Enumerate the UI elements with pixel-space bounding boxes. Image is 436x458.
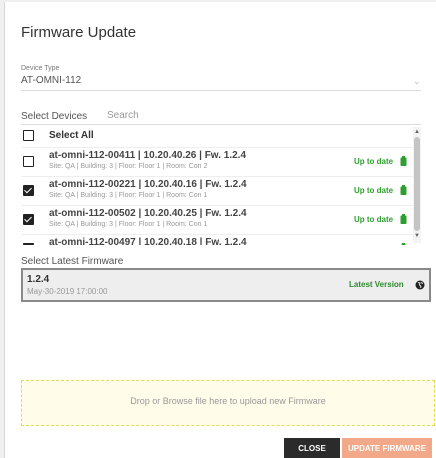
firmware-option[interactable]: 1.2.4 May-30-2019 17:00:00 Latest Versio… — [21, 268, 431, 302]
device-location: Site: QA | Building: 3 | Floor: Floor 1 … — [49, 192, 208, 199]
firmware-update-dialog: Firmware Update Device Type AT-OMNI-112 … — [4, 2, 436, 458]
close-button[interactable]: CLOSE — [284, 438, 340, 458]
select-firmware-label: Select Latest Firmware — [21, 256, 124, 267]
device-list-scrollbar[interactable]: ▲ ▼ — [413, 127, 421, 243]
device-list: Select All at-omni-112-00411 | 10.20.40.… — [21, 127, 421, 245]
dropzone-text: Drop or Browse file here to upload new F… — [130, 396, 326, 406]
latest-version-badge: Latest Version — [349, 280, 404, 289]
firmware-version: 1.2.4 — [27, 274, 50, 285]
list-item[interactable]: at-omni-112-00221 | 10.20.40.16 | Fw. 1.… — [21, 176, 413, 204]
update-firmware-button[interactable]: UPDATE FIRMWARE — [342, 438, 432, 458]
dialog-title: Firmware Update — [21, 24, 137, 41]
globe-icon — [415, 280, 425, 290]
device-checkbox[interactable] — [23, 156, 34, 167]
select-all-row[interactable]: Select All — [21, 127, 413, 145]
battery-icon — [400, 243, 407, 245]
divider — [21, 90, 421, 91]
status-badge: Up to date — [354, 157, 394, 166]
list-item[interactable]: at-omni-112-00411 | 10.20.40.26 | Fw. 1.… — [21, 147, 413, 175]
device-checkbox[interactable] — [23, 214, 34, 225]
device-title: at-omni-112-00497 | 10.20.40.18 | Fw. 1.… — [49, 237, 247, 245]
device-location: Site: QA | Building: 3 | Floor: Floor 1 … — [49, 163, 208, 170]
scroll-down-icon[interactable]: ▼ — [414, 233, 420, 239]
chevron-down-icon[interactable]: ⌄ — [413, 76, 421, 87]
device-checkbox[interactable] — [23, 243, 34, 245]
file-dropzone[interactable]: Drop or Browse file here to upload new F… — [21, 380, 435, 426]
list-item[interactable]: at-omni-112-00502 | 10.20.40.25 | Fw. 1.… — [21, 205, 413, 233]
battery-icon — [400, 214, 407, 224]
status-badge: Up to date — [354, 215, 394, 224]
device-title: at-omni-112-00411 | 10.20.40.26 | Fw. 1.… — [49, 150, 247, 161]
device-type-select[interactable]: AT-OMNI-112 — [21, 75, 81, 86]
scroll-up-icon[interactable]: ▲ — [414, 129, 420, 135]
device-location: Site: QA | Building: 3 | Floor: Floor 1 … — [49, 221, 208, 228]
device-type-label: Device Type — [21, 65, 60, 72]
device-checkbox[interactable] — [23, 185, 34, 196]
list-item[interactable]: at-omni-112-00497 | 10.20.40.18 | Fw. 1.… — [21, 234, 413, 245]
firmware-date: May-30-2019 17:00:00 — [27, 287, 108, 296]
divider — [21, 124, 421, 125]
device-title: at-omni-112-00502 | 10.20.40.25 | Fw. 1.… — [49, 208, 247, 219]
scrollbar-thumb[interactable] — [414, 137, 420, 231]
select-all-label: Select All — [49, 130, 94, 141]
battery-icon — [400, 185, 407, 195]
select-devices-label: Select Devices — [21, 111, 88, 122]
device-title: at-omni-112-00221 | 10.20.40.16 | Fw. 1.… — [49, 179, 247, 190]
select-all-checkbox[interactable] — [23, 130, 34, 141]
battery-icon — [400, 156, 407, 166]
status-badge: Up to date — [354, 186, 394, 195]
search-input[interactable] — [107, 107, 227, 123]
